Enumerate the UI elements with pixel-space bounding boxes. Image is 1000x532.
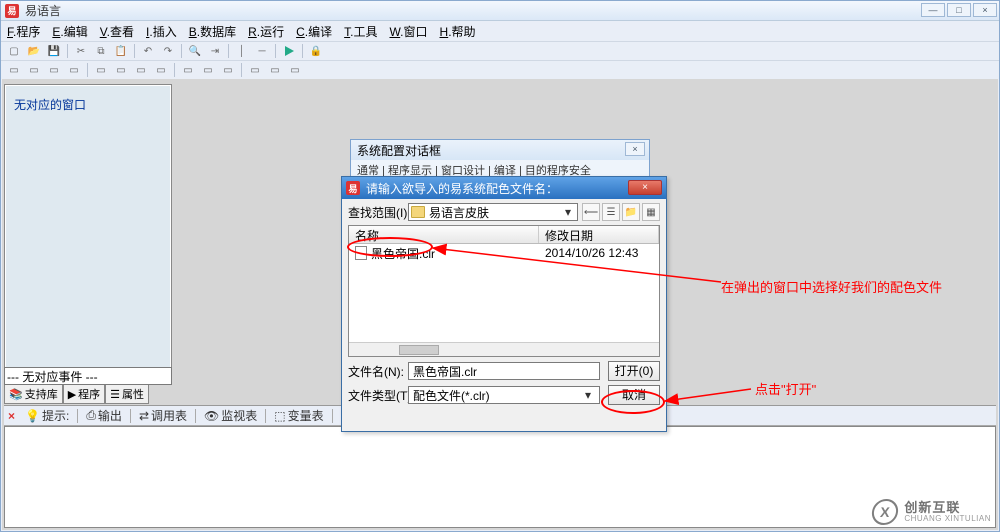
tb-save-icon[interactable]: 💾 (45, 43, 63, 59)
tb2-b-icon[interactable]: ▭ (25, 62, 43, 78)
event-combo[interactable]: --- 无对应事件 --- (4, 367, 172, 385)
menu-window[interactable]: W.窗口 (390, 23, 428, 40)
lookin-combo[interactable]: 易语言皮肤 ▾ (408, 203, 578, 221)
close-button[interactable]: × (973, 3, 997, 17)
tb-vline-icon[interactable]: │ (233, 43, 251, 59)
tb-goto-icon[interactable]: ⇥ (206, 43, 224, 59)
tb-redo-icon[interactable]: ↷ (159, 43, 177, 59)
left-panel-placeholder: 无对应的窗口 (6, 86, 170, 123)
chevron-down-icon: ▾ (561, 205, 575, 219)
file-list-item[interactable]: 黑色帝国.clr 2014/10/26 12:43 (349, 244, 659, 262)
bottom-tab-tip[interactable]: 💡 提示: (21, 407, 73, 424)
filename-label: 文件名(N): (348, 363, 404, 380)
config-dialog-title: 系统配置对话框 × (351, 140, 649, 160)
bottom-tab-watch[interactable]: 👁 监视表 (200, 407, 261, 424)
file-list-hscroll[interactable] (349, 342, 659, 356)
menu-insert[interactable]: I.插入 (146, 23, 177, 40)
app-icon: 易 (5, 4, 19, 18)
tb2-d-icon[interactable]: ▭ (65, 62, 83, 78)
tb2-m-icon[interactable]: ▭ (266, 62, 284, 78)
tb2-h-icon[interactable]: ▭ (152, 62, 170, 78)
file-dialog-close-button[interactable]: × (628, 180, 662, 195)
menu-view[interactable]: V.查看 (100, 23, 134, 40)
col-name[interactable]: 名称 (349, 226, 539, 243)
menu-tools[interactable]: T.工具 (344, 23, 377, 40)
folder-icon (411, 206, 425, 218)
config-dialog-close-icon[interactable]: × (625, 142, 645, 156)
view-mode-icon[interactable]: ▦ (642, 203, 660, 221)
menu-database[interactable]: B.数据库 (189, 23, 236, 40)
tb2-a-icon[interactable]: ▭ (5, 62, 23, 78)
watermark-en: CHUANG XINTULIAN (904, 515, 991, 523)
watermark: X 创新互联 CHUANG XINTULIAN (872, 499, 991, 525)
titlebar: 易 易语言 — □ × (1, 1, 999, 21)
app-title: 易语言 (25, 2, 61, 19)
toolbar-primary: ▢ 📂 💾 ✂ ⧉ 📋 ↶ ↷ 🔍 ⇥ │ ─ 🔒 (1, 41, 999, 60)
tb2-e-icon[interactable]: ▭ (92, 62, 110, 78)
tb-paste-icon[interactable]: 📋 (112, 43, 130, 59)
tb2-l-icon[interactable]: ▭ (246, 62, 264, 78)
menubar: F.程序 E.编辑 V.查看 I.插入 B.数据库 R.运行 C.编译 T.工具… (1, 21, 999, 41)
filetype-label: 文件类型(T): (348, 387, 404, 404)
watermark-cn: 创新互联 (904, 501, 991, 515)
menu-help[interactable]: H.帮助 (440, 23, 476, 40)
tb2-c-icon[interactable]: ▭ (45, 62, 63, 78)
bottom-body (4, 426, 996, 528)
filetype-combo[interactable]: 配色文件(*.clr)▾ (408, 386, 600, 404)
tb-cut-icon[interactable]: ✂ (72, 43, 90, 59)
toolbar-secondary: ▭ ▭ ▭ ▭ ▭ ▭ ▭ ▭ ▭ ▭ ▭ ▭ ▭ ▭ (1, 60, 999, 79)
tab-program[interactable]: ▶ 程序 (63, 385, 105, 404)
config-dialog: 系统配置对话框 × 通常 | 程序显示 | 窗口设计 | 编译 | 目的程序安全 (350, 139, 650, 179)
tb-copy-icon[interactable]: ⧉ (92, 43, 110, 59)
col-date[interactable]: 修改日期 (539, 226, 659, 243)
lookin-label: 查找范围(I): (348, 204, 404, 221)
open-button[interactable]: 打开(0) (608, 361, 660, 381)
bottom-tab-vars[interactable]: ⬚ 变量表 (270, 407, 327, 424)
menu-program[interactable]: F.程序 (7, 23, 40, 40)
filename-input[interactable]: 黑色帝国.clr (408, 362, 600, 380)
file-icon (355, 246, 367, 260)
left-panel: 无对应的窗口 (4, 84, 172, 384)
file-dialog-titlebar: 易 请输入欲导入的易系统配色文件名： × (342, 177, 666, 199)
nav-back-icon[interactable]: ⟵ (582, 203, 600, 221)
menu-compile[interactable]: C.编译 (296, 23, 332, 40)
tb2-n-icon[interactable]: ▭ (286, 62, 304, 78)
tb-undo-icon[interactable]: ↶ (139, 43, 157, 59)
main-window: 易 易语言 — □ × F.程序 E.编辑 V.查看 I.插入 B.数据库 R.… (0, 0, 1000, 532)
chevron-down-icon: ▾ (581, 388, 595, 402)
tb2-j-icon[interactable]: ▭ (199, 62, 217, 78)
tb2-k-icon[interactable]: ▭ (219, 62, 237, 78)
tb-open-icon[interactable]: 📂 (25, 43, 43, 59)
cancel-button[interactable]: 取消 (608, 385, 660, 405)
tb-new-icon[interactable]: ▢ (5, 43, 23, 59)
minimize-button[interactable]: — (921, 3, 945, 17)
tb-run-icon[interactable] (280, 43, 298, 59)
tb2-g-icon[interactable]: ▭ (132, 62, 150, 78)
menu-run[interactable]: R.运行 (248, 23, 284, 40)
new-folder-icon[interactable]: 📁 (622, 203, 640, 221)
file-list-header: 名称 修改日期 (349, 226, 659, 244)
file-open-dialog: 易 请输入欲导入的易系统配色文件名： × 查找范围(I): 易语言皮肤 ▾ ⟵ … (341, 176, 667, 432)
tab-support-lib[interactable]: 📚 支持库 (4, 385, 63, 404)
tb-lock-icon[interactable]: 🔒 (307, 43, 325, 59)
file-dialog-icon: 易 (346, 181, 360, 195)
nav-up-icon[interactable]: ☰ (602, 203, 620, 221)
bottom-close-icon[interactable]: × (8, 409, 15, 423)
file-list[interactable]: 名称 修改日期 黑色帝国.clr 2014/10/26 12:43 (348, 225, 660, 357)
menu-edit[interactable]: E.编辑 (52, 23, 87, 40)
tb2-f-icon[interactable]: ▭ (112, 62, 130, 78)
tb-find-icon[interactable]: 🔍 (186, 43, 204, 59)
file-dialog-title: 请输入欲导入的易系统配色文件名： (366, 180, 558, 197)
bottom-tab-calls[interactable]: ⇄ 调用表 (135, 407, 191, 424)
watermark-icon: X (871, 499, 900, 525)
bottom-tab-output[interactable]: ⎙ 输出 (82, 407, 126, 424)
tb-hline-icon[interactable]: ─ (253, 43, 271, 59)
tb2-i-icon[interactable]: ▭ (179, 62, 197, 78)
tab-properties[interactable]: ☰ 属性 (105, 385, 149, 404)
maximize-button[interactable]: □ (947, 3, 971, 17)
